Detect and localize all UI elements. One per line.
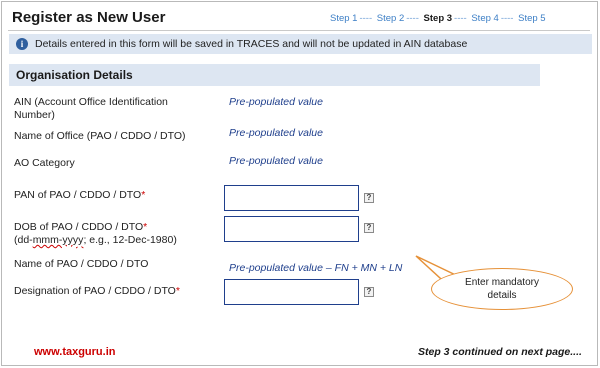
continuation-note: Step 3 continued on next page.... [418,346,582,358]
callout-pointer [415,255,466,290]
watermark: www.taxguru.in [34,346,116,358]
callout-line2: details [487,290,517,301]
callout-note: Enter mandatory details [431,268,573,310]
callout-line1: Enter mandatory [465,277,539,288]
